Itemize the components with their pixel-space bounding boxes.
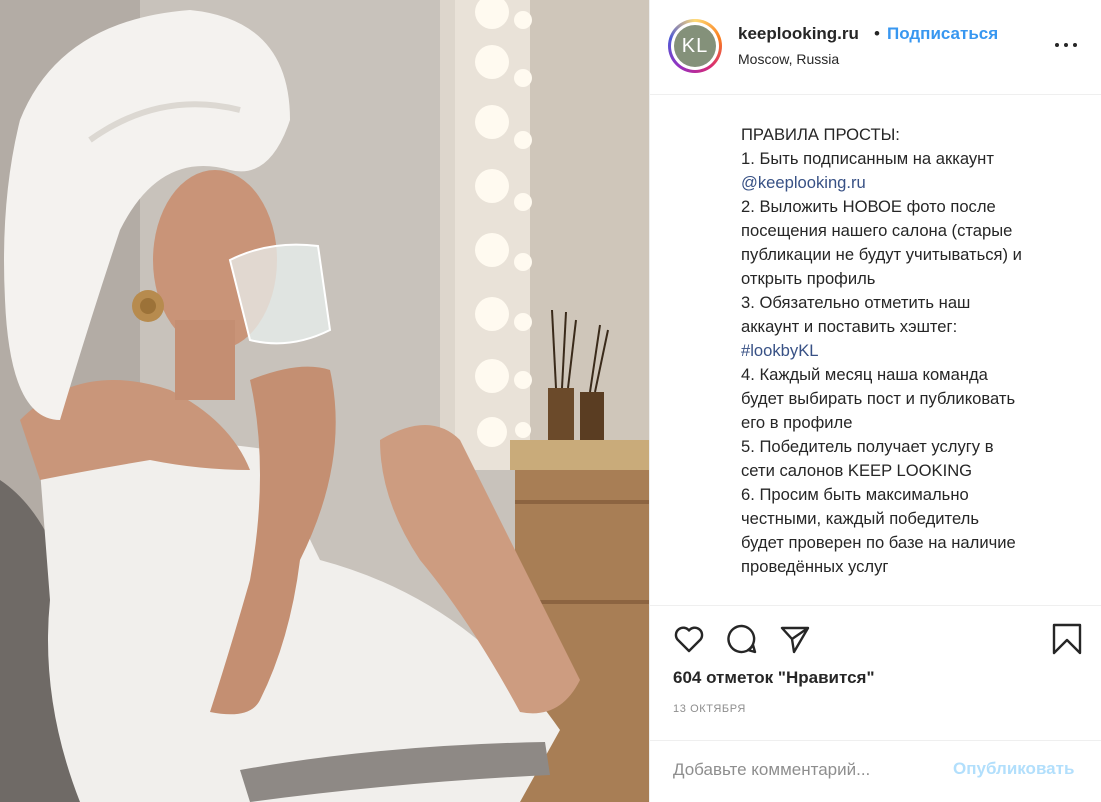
comment-form: Опубликовать [650,740,1101,802]
caption-line: сети салонов KEEP LOOKING [741,461,973,480]
avatar[interactable]: KL [668,19,722,73]
post-actions: 604 отметок "Нравится" 13 ОКТЯБРЯ Опубли… [650,605,1101,801]
likes-count[interactable]: 604 отметок "Нравится" [673,668,875,688]
avatar-border: KL [671,22,719,70]
caption-link[interactable]: #lookbyKL [741,339,1081,363]
caption-line: ПРАВИЛА ПРОСТЫ: [741,125,900,144]
post-side-panel: KL keeplooking.ru • Подписаться Moscow, … [649,0,1101,802]
caption-line: проведённых услуг [741,557,889,576]
caption-line: 4. Каждый месяц наша команда [741,365,988,384]
post-caption: ПРАВИЛА ПРОСТЫ: 1. Быть подписанным на ак… [741,123,1081,579]
caption-line: будет выбирать пост и публиковать [741,389,1016,408]
follow-button[interactable]: Подписаться [887,24,998,44]
caption-line: 2. Выложить НОВОЕ фото после [741,197,996,216]
caption-line: 1. Быть подписанным на аккаунт [741,149,994,168]
caption-line: будет проверен по базе на наличие [741,533,1016,552]
caption-line: честными, каждый победитель [741,509,979,528]
username-link[interactable]: keeplooking.ru [738,24,859,44]
dot [1055,43,1059,47]
post-date[interactable]: 13 ОКТЯБРЯ [673,703,746,715]
comment-icon[interactable] [725,622,759,656]
caption-line: 5. Победитель получает услугу в [741,437,994,456]
header-separator: • [874,24,880,43]
post-header: KL keeplooking.ru • Подписаться Moscow, … [650,0,1101,95]
dot [1073,43,1077,47]
more-options-icon[interactable] [1055,38,1079,54]
caption-line: 6. Просим быть максимально [741,485,969,504]
share-icon[interactable] [778,622,812,656]
caption-link[interactable]: @keeplooking.ru [741,171,1081,195]
caption-line: 3. Обязательно отметить наш [741,293,971,312]
post-photo[interactable] [0,0,649,802]
publish-button[interactable]: Опубликовать [953,759,1074,779]
heart-icon[interactable] [672,622,706,656]
comment-input[interactable] [673,755,933,785]
bookmark-icon[interactable] [1050,622,1084,656]
location-link[interactable]: Moscow, Russia [738,51,839,67]
caption-line: аккаунт и поставить хэштег: [741,317,958,336]
caption-line: публикации не будут учитываться) и [741,245,1022,264]
photo-illustration [0,0,649,802]
caption-line: его в профиле [741,413,853,432]
caption-line: посещения нашего салона (старые [741,221,1013,240]
dot [1064,43,1068,47]
caption-line: открыть профиль [741,269,876,288]
avatar-initials: KL [674,25,716,67]
